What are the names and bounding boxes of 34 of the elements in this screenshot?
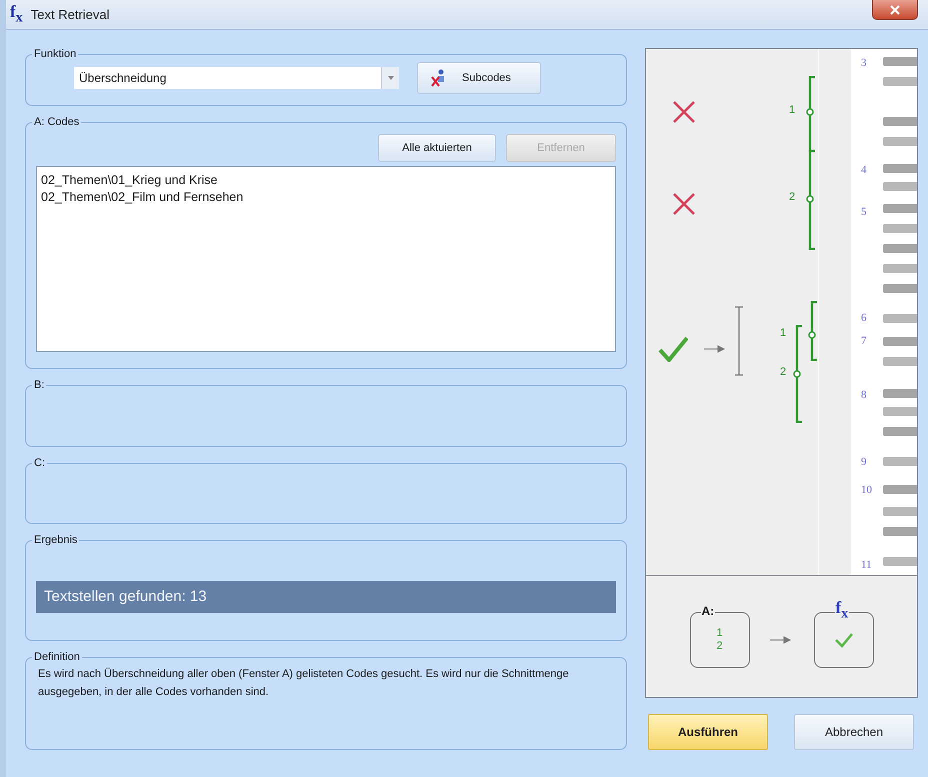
group-label: C: bbox=[33, 457, 46, 469]
code-set-label: A: bbox=[700, 604, 716, 618]
line-number: 4 bbox=[861, 164, 866, 176]
group-label: A: Codes bbox=[33, 116, 80, 128]
group-label: B: bbox=[33, 379, 46, 391]
group-label: Ergebnis bbox=[33, 534, 78, 546]
line-number: 11 bbox=[861, 559, 872, 571]
code-number: 1 bbox=[716, 626, 723, 640]
definition-text: Es wird nach Überschneidung aller oben (Fenster A) gelisteten Codes gesucht. Es wird nur die Schnittmenge ausgegeben, in der alle Codes vorhanden sind. bbox=[37, 666, 570, 700]
line-number: 6 bbox=[861, 312, 866, 324]
function-dropdown[interactable]: Überschneidung bbox=[74, 67, 399, 89]
code-number: 1 bbox=[789, 104, 796, 116]
activate-all-button[interactable]: Alle aktuierten bbox=[378, 134, 496, 162]
run-button[interactable]: Ausführen bbox=[648, 714, 768, 750]
code-number: 2 bbox=[716, 640, 723, 652]
line-number: 9 bbox=[861, 456, 866, 468]
line-number: 3 bbox=[861, 57, 866, 69]
code-list-item[interactable]: 02_Themen\01_Krieg und Krise bbox=[41, 172, 611, 189]
result-bar: Textstellen gefunden: 13 bbox=[36, 581, 616, 613]
line-number: 8 bbox=[861, 389, 866, 401]
line-number: 5 bbox=[861, 206, 866, 218]
code-number: 2 bbox=[789, 191, 796, 203]
window-icon: f$_{x}$ bbox=[10, 2, 23, 27]
function-label: f$_{x}$ bbox=[834, 600, 850, 620]
line-number: 7 bbox=[861, 335, 866, 347]
line-number: 10 bbox=[861, 484, 872, 496]
group-label: Funktion bbox=[33, 48, 78, 60]
window-title: Text Retrieval bbox=[30, 7, 110, 22]
code-list-item[interactable]: 02_Themen\02_Film und Fernsehen bbox=[41, 189, 611, 206]
subcodes-button[interactable]: Subcodes bbox=[417, 62, 541, 94]
code-number: 2 bbox=[780, 366, 786, 378]
cancel-button[interactable]: Abbrechen bbox=[794, 714, 914, 750]
code-number: 1 bbox=[780, 327, 786, 339]
group-label: Definition bbox=[33, 651, 81, 663]
